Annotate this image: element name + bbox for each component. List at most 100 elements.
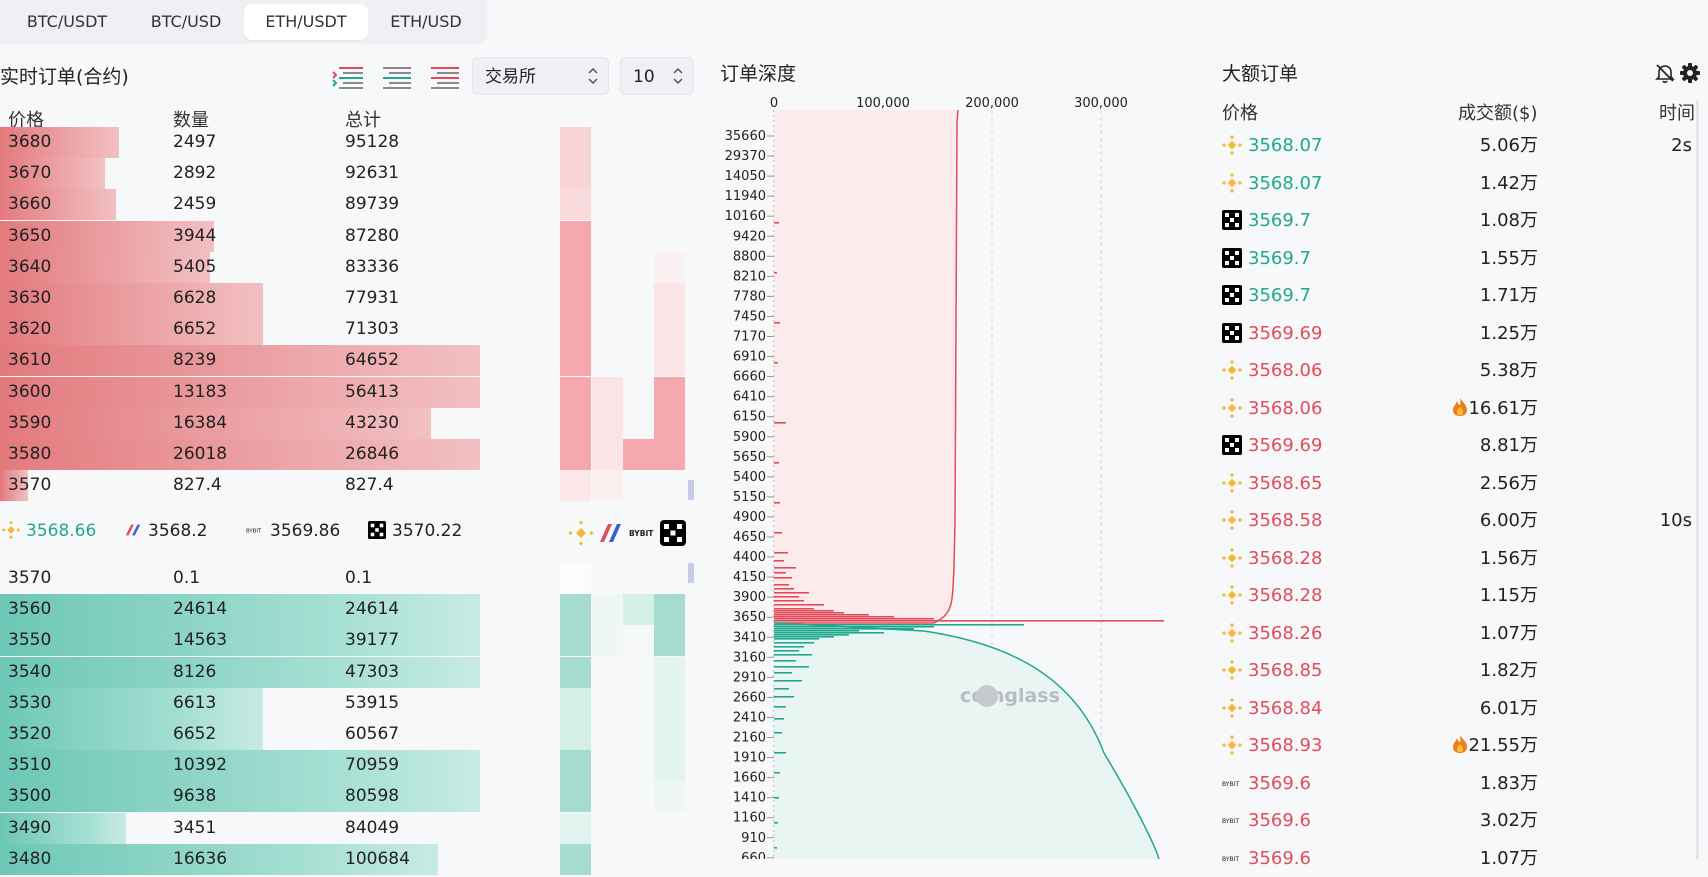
large-order-amount: 6.00万 — [1479, 510, 1538, 531]
bid-row[interactable]: 3570 0.1 0.1 — [0, 563, 700, 594]
large-order-amount-cell: 1.56万 — [1480, 540, 1538, 577]
large-order-price: 3568.28 — [1248, 547, 1323, 569]
bid-row[interactable]: 3560 24614 24614 — [0, 594, 700, 626]
bid-row[interactable]: 3530 6613 53915 — [0, 687, 700, 719]
bid-qty: 14563 — [173, 630, 228, 651]
ask-row[interactable]: 3680 2497 95128 — [0, 127, 700, 158]
ask-row[interactable]: 3640 5405 83336 — [0, 251, 700, 283]
ask-row[interactable]: 3670 2892 92631 — [0, 158, 700, 190]
view-bids-icon[interactable] — [379, 62, 413, 92]
large-order-row[interactable]: BYBIT 3569.6 1.07万 — [1220, 840, 1700, 877]
large-order-price: 3568.06 — [1248, 360, 1323, 381]
large-order-row[interactable]: 3568.06 16.61万 — [1220, 390, 1700, 427]
ask-row[interactable]: 3580 26018 26846 — [0, 439, 700, 470]
bid-row[interactable]: 3490 3451 84049 — [0, 812, 700, 844]
ask-row[interactable]: 3620 6652 71303 — [0, 314, 700, 346]
large-order-row[interactable]: 3568.65 2.56万 — [1220, 465, 1700, 502]
y-tick-label: 2410 — [733, 710, 766, 725]
large-order-row[interactable]: BYBIT 3569.6 3.02万 — [1220, 802, 1700, 839]
ask-row[interactable]: 3570 827.4 827.4 — [0, 470, 700, 502]
bitmex-logo-icon — [125, 524, 141, 536]
y-tick-label: 660 — [741, 851, 766, 859]
ask-total: 71303 — [345, 319, 400, 340]
large-order-amount: 21.55万 — [1468, 735, 1538, 756]
large-order-row[interactable]: 3568.85 1.82万 — [1220, 652, 1700, 689]
large-order-price: 3568.84 — [1248, 697, 1323, 719]
ask-row[interactable]: 3660 2459 89739 — [0, 189, 700, 221]
ask-total: 95128 — [345, 132, 400, 152]
large-order-row[interactable]: 3569.69 8.81万 — [1220, 427, 1700, 464]
svg-text:BYBIT: BYBIT — [629, 529, 654, 538]
okx-filter-icon[interactable] — [660, 520, 686, 546]
large-order-row[interactable]: 3568.93 21.55万 — [1220, 727, 1700, 764]
large-order-amount: 1.71万 — [1479, 285, 1538, 306]
bid-level-bar — [774, 654, 812, 656]
large-order-row[interactable]: 3569.7 1.71万 — [1220, 277, 1700, 314]
large-order-row[interactable]: 3568.28 1.56万 — [1220, 540, 1700, 577]
ask-level-bar — [774, 272, 777, 274]
bid-row[interactable]: 3520 6652 60567 — [0, 719, 700, 750]
large-order-row[interactable]: 3568.84 6.01万 — [1220, 690, 1700, 727]
large-order-row[interactable]: 3569.69 1.25万 — [1220, 315, 1700, 352]
tab-eth-usdt[interactable]: ETH/USDT — [244, 4, 368, 40]
large-order-row[interactable]: 3568.28 1.15万 — [1220, 577, 1700, 614]
bid-row[interactable]: 3550 14563 39177 — [0, 625, 700, 657]
binance-logo-icon — [1222, 622, 1242, 643]
large-order-amount-cell: 1.15万 — [1480, 577, 1538, 614]
large-order-price: 3569.7 — [1248, 210, 1311, 231]
bid-level-bar — [774, 688, 789, 690]
large-order-row[interactable]: 3569.7 1.55万 — [1220, 240, 1700, 277]
ask-depth-bar — [0, 376, 480, 408]
large-order-amount: 1.08万 — [1479, 210, 1538, 231]
bid-row[interactable]: 3500 9638 80598 — [0, 781, 700, 813]
exchange-select[interactable]: 交易所 — [472, 57, 609, 95]
large-order-row[interactable]: 3568.06 5.38万 — [1220, 352, 1700, 389]
lo-price-header: 价格 — [1222, 103, 1258, 124]
bid-qty: 16636 — [173, 848, 228, 869]
bid-price: 3510 — [8, 755, 52, 776]
exchange-heat-cell — [623, 594, 654, 626]
ask-price: 3670 — [8, 163, 52, 184]
y-tick-label: 5650 — [733, 450, 766, 465]
bell-off-icon[interactable] — [1654, 62, 1676, 84]
scrollbar[interactable] — [1696, 100, 1699, 859]
bid-level-bar — [774, 636, 834, 638]
bybit-filter-icon[interactable]: BYBIT — [629, 520, 655, 546]
gear-icon[interactable] — [1679, 62, 1701, 84]
bid-row[interactable]: 3480 16636 100684 — [0, 843, 700, 875]
large-order-row[interactable]: BYBIT 3569.6 1.83万 — [1220, 765, 1700, 802]
depth-select[interactable]: 10 — [620, 57, 694, 95]
fire-icon — [1453, 397, 1468, 416]
view-asks-icon[interactable] — [427, 62, 461, 92]
tab-eth-usd[interactable]: ETH/USD — [368, 4, 484, 40]
bid-row[interactable]: 3510 10392 70959 — [0, 750, 700, 782]
large-order-amount: 1.07万 — [1479, 622, 1538, 644]
bid-row[interactable]: 3540 8126 47303 — [0, 656, 700, 688]
bitmex-filter-icon[interactable] — [598, 520, 624, 546]
y-tick-label: 7450 — [733, 309, 766, 324]
large-order-price: 3568.26 — [1248, 622, 1323, 644]
depth-chart-title: 订单深度 — [720, 63, 797, 85]
view-both-icon[interactable] — [331, 62, 365, 92]
ask-row[interactable]: 3590 16384 43230 — [0, 407, 700, 439]
depth-select-value: 10 — [633, 67, 655, 87]
large-order-row[interactable]: 3569.7 1.08万 — [1220, 202, 1700, 239]
tab-btc-usdt[interactable]: BTC/USDT — [6, 4, 128, 40]
large-order-row[interactable]: 3568.58 6.00万 10s — [1220, 502, 1700, 539]
ask-row[interactable]: 3600 13183 56413 — [0, 376, 700, 408]
exchange-heat-cell — [560, 594, 591, 626]
ask-row[interactable]: 3610 8239 64652 — [0, 345, 700, 377]
binance-filter-icon[interactable] — [568, 520, 594, 546]
ask-row[interactable]: 3650 3944 87280 — [0, 220, 700, 252]
bid-total: 100684 — [345, 848, 410, 869]
large-order-row[interactable]: 3568.07 1.42万 — [1220, 165, 1700, 202]
ask-total: 89739 — [345, 194, 400, 215]
tab-btc-usd[interactable]: BTC/USD — [128, 4, 244, 40]
large-order-row[interactable]: 3568.07 5.06万 2s — [1220, 127, 1700, 164]
bid-total: 60567 — [345, 724, 400, 744]
y-tick-label: 35660 — [725, 129, 766, 144]
x-tick-label: 100,000 — [856, 96, 910, 111]
large-order-row[interactable]: 3568.26 1.07万 — [1220, 615, 1700, 652]
ask-row[interactable]: 3630 6628 77931 — [0, 283, 700, 314]
ask-total: 56413 — [345, 381, 400, 402]
